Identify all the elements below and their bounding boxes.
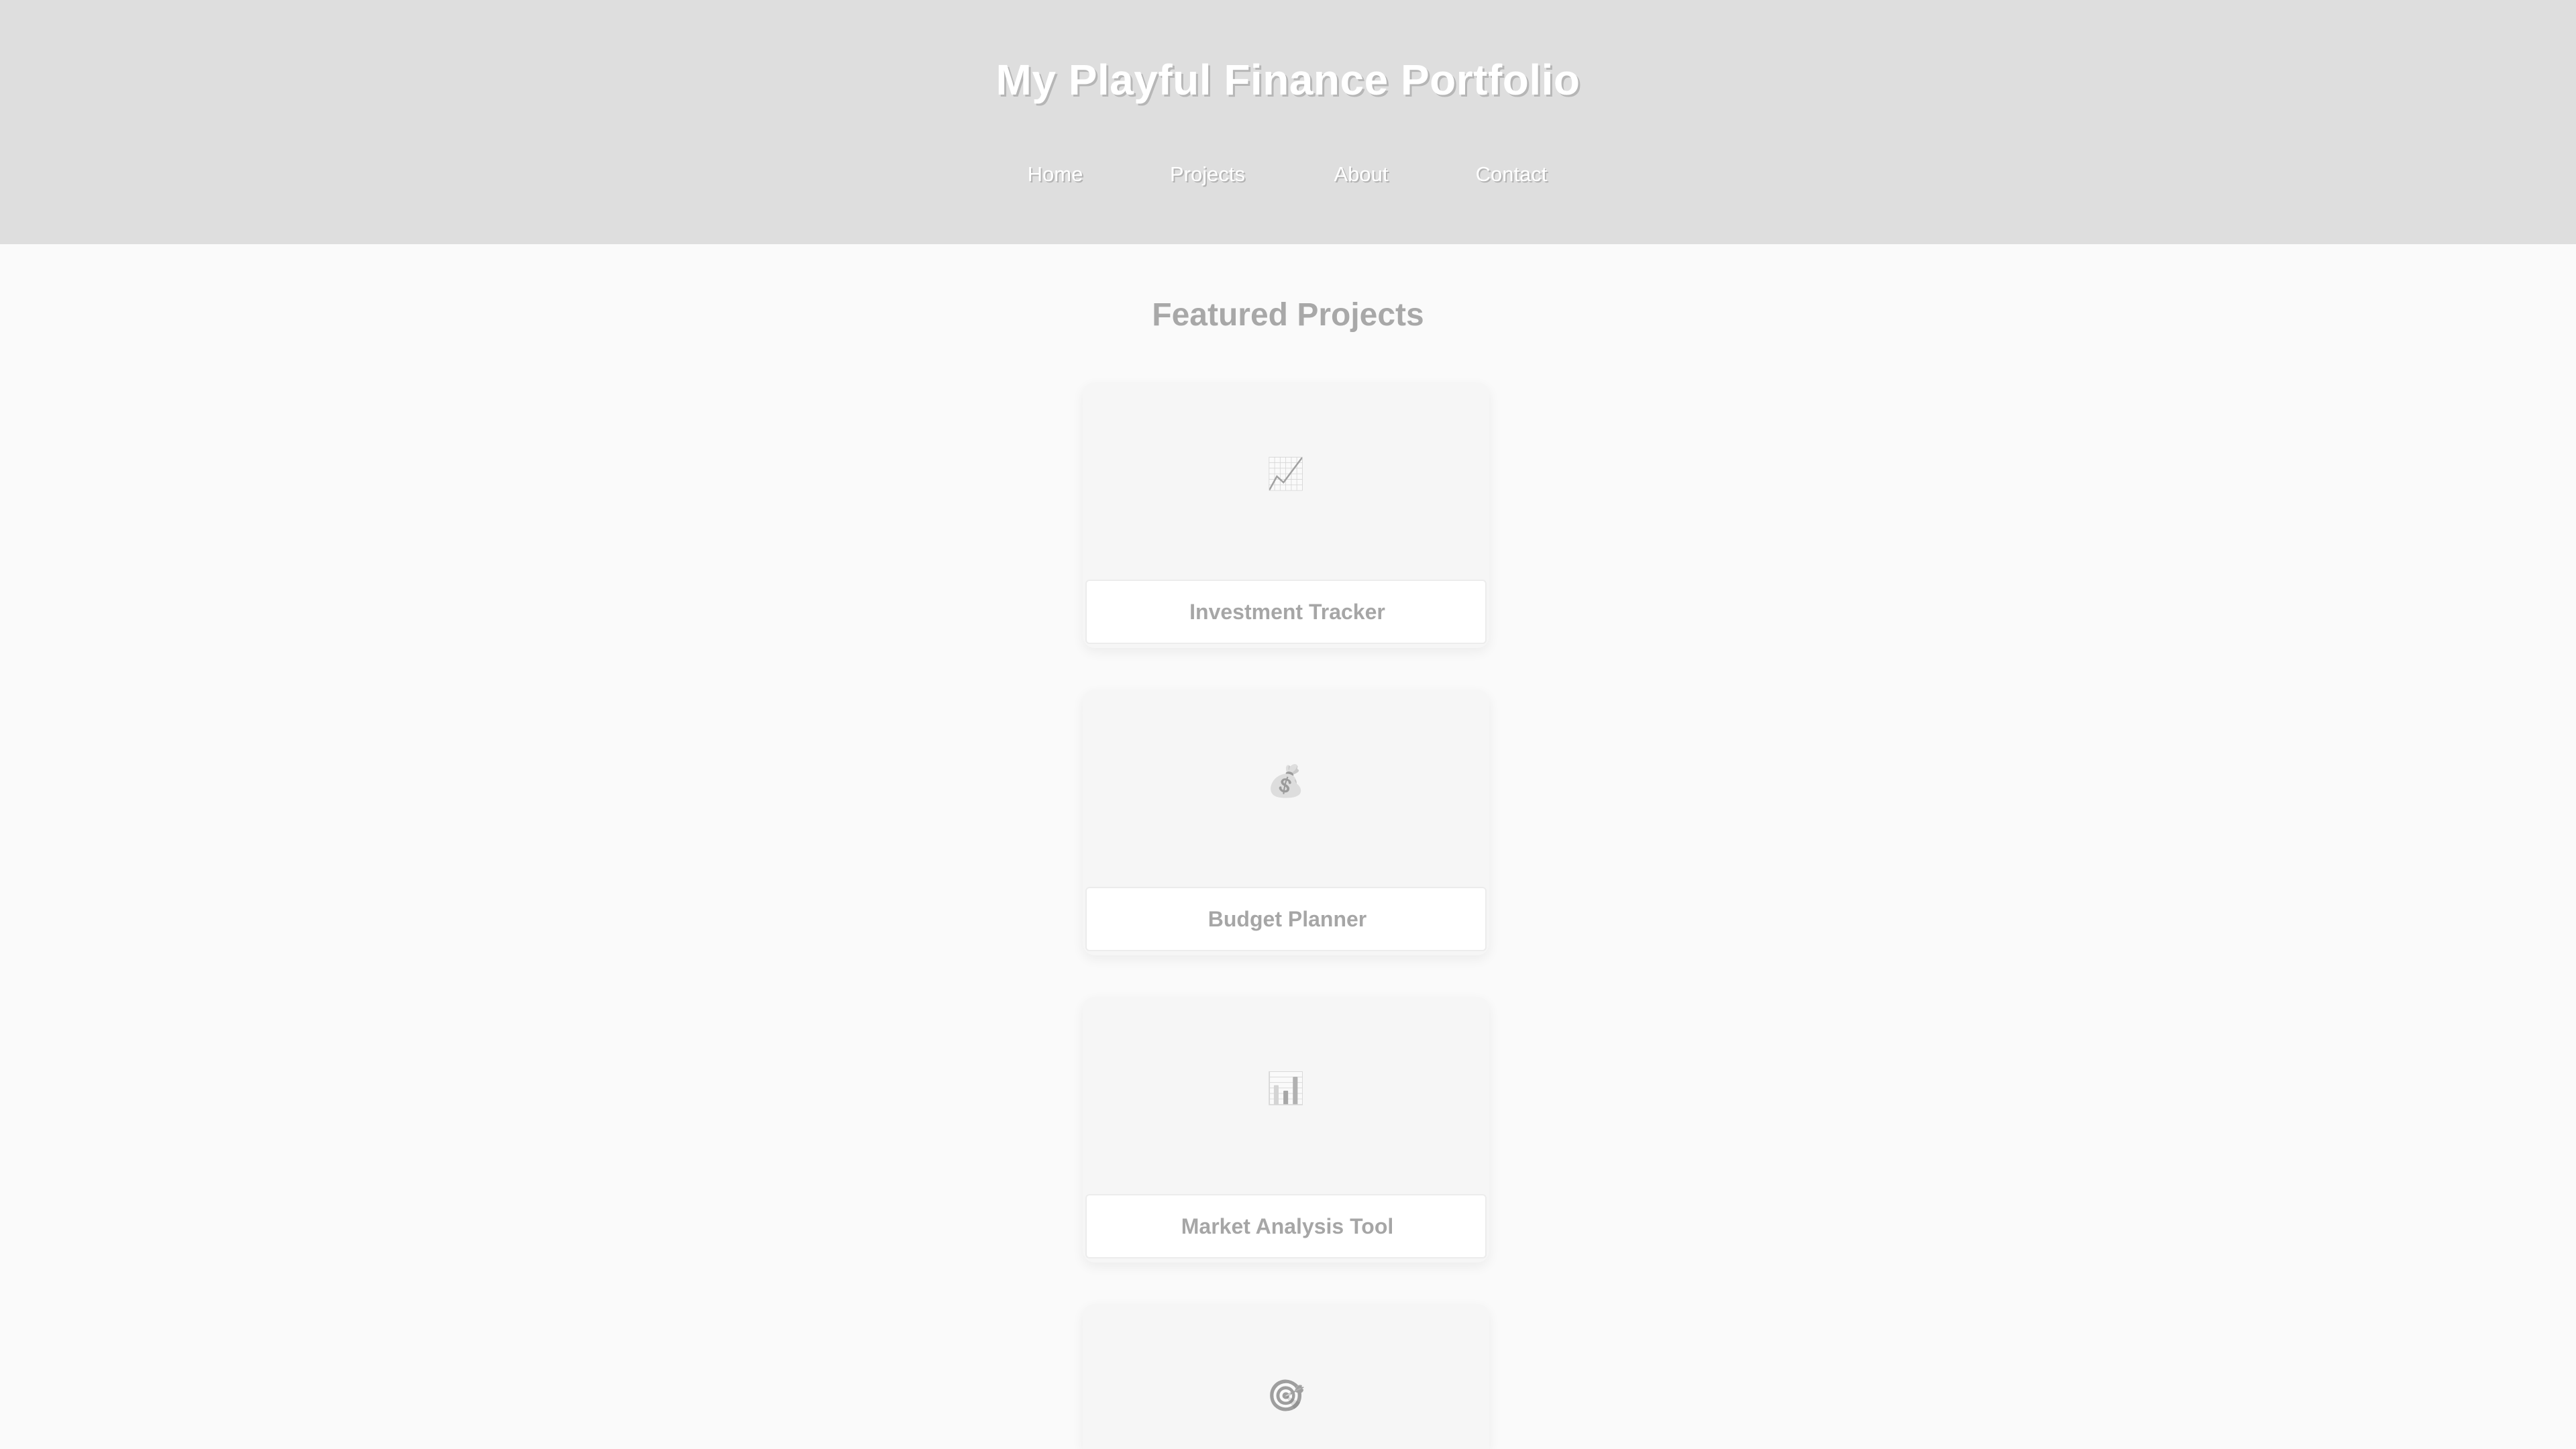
target-icon: 🎯 (1267, 1378, 1305, 1413)
project-card-investment-tracker[interactable]: 📈 Investment Tracker (1083, 382, 1489, 648)
site-title: My Playful Finance Portfolio (996, 56, 1580, 104)
project-card-media: 📈 (1083, 382, 1489, 580)
bar-chart-icon: 📊 (1267, 1071, 1305, 1106)
project-card-media: 💰 (1083, 690, 1489, 887)
project-card-title: Investment Tracker (1189, 600, 1385, 624)
nav-link-about[interactable]: About (1331, 158, 1391, 191)
project-card-goal[interactable]: 🎯 (1083, 1304, 1489, 1449)
project-card-media: 🎯 (1083, 1304, 1489, 1449)
project-card-media: 📊 (1083, 997, 1489, 1194)
nav-link-contact[interactable]: Contact (1473, 158, 1550, 191)
nav-link-projects[interactable]: Projects (1167, 158, 1248, 191)
project-card-title: Market Analysis Tool (1181, 1214, 1394, 1238)
project-card-footer: Investment Tracker (1085, 580, 1487, 644)
project-card-market-analysis-tool[interactable]: 📊 Market Analysis Tool (1083, 997, 1489, 1263)
section-title: Featured Projects (1152, 297, 1424, 333)
project-card-budget-planner[interactable]: 💰 Budget Planner (1083, 690, 1489, 955)
site-header: My Playful Finance Portfolio Home Projec… (0, 0, 2576, 244)
nav-link-home[interactable]: Home (1026, 158, 1084, 191)
chart-increasing-icon: 📈 (1267, 456, 1305, 491)
project-card-footer: Budget Planner (1085, 887, 1487, 951)
money-bag-icon: 💰 (1267, 763, 1305, 798)
project-card-title: Budget Planner (1208, 907, 1367, 931)
project-card-footer: Market Analysis Tool (1085, 1194, 1487, 1258)
